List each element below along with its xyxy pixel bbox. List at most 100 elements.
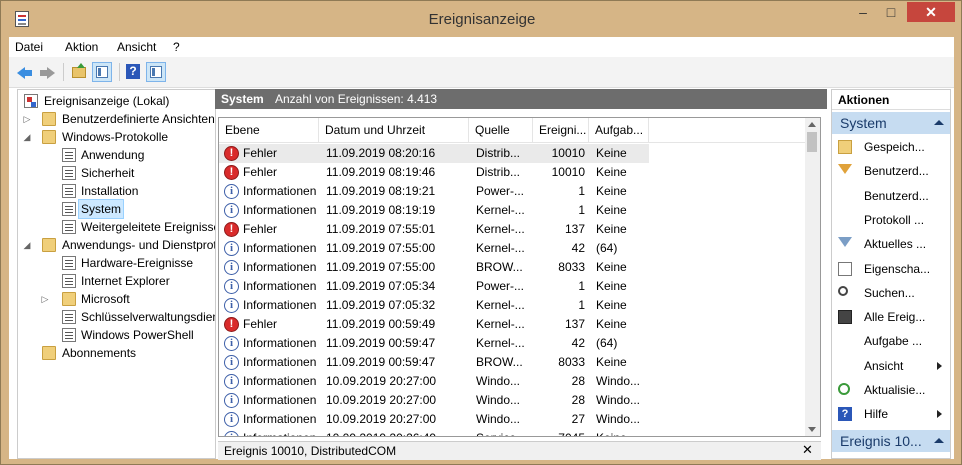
column-header-level[interactable]: Ebene <box>219 118 319 142</box>
cell-source: Kernel-... <box>476 222 525 236</box>
table-row[interactable]: i Informationen 10.09.2019 20:27:00 Windo..… <box>219 372 805 391</box>
cell-date: 11.09.2019 07:55:00 <box>326 260 436 274</box>
scroll-up-arrow-icon[interactable] <box>808 122 816 127</box>
cell-source: Kernel-... <box>476 203 525 217</box>
up-folder-button[interactable] <box>69 62 89 82</box>
actions-group-system[interactable]: System <box>832 112 950 134</box>
close-button[interactable]: ✕ <box>907 2 955 22</box>
table-row[interactable]: i Informationen 11.09.2019 08:19:19 Kernel-… <box>219 201 805 220</box>
cell-task: Keine <box>596 429 648 436</box>
log-icon <box>62 184 76 198</box>
action-item[interactable]: Aktualisie... <box>832 379 950 401</box>
cell-task: Keine <box>596 222 627 236</box>
column-header-task[interactable]: Aufgab... <box>589 118 649 142</box>
menu-datei[interactable]: Datei <box>15 40 43 54</box>
cell-event-id: 42 <box>571 336 585 350</box>
table-row[interactable]: i Informationen 10.09.2019 20:27:00 Windo..… <box>219 410 805 429</box>
action-item[interactable]: Aufgabe ... <box>832 330 950 352</box>
action-label: Hilfe <box>864 407 889 422</box>
action-item[interactable]: Gespeich... <box>832 136 950 158</box>
help-button[interactable]: ? <box>123 62 143 82</box>
action-item[interactable]: Suchen... <box>832 282 950 304</box>
column-header-event-id[interactable]: Ereigni... <box>533 118 589 142</box>
cell-source: BROW... <box>476 260 523 274</box>
table-row[interactable]: i Informationen 11.09.2019 07:55:00 Kernel-… <box>219 239 805 258</box>
info-icon: i <box>224 203 239 218</box>
cell-source: BROW... <box>476 355 523 369</box>
column-header-date[interactable]: Datum und Uhrzeit <box>319 118 469 142</box>
table-row[interactable]: ! Fehler 11.09.2019 07:55:01 Kernel-... 137 K… <box>219 220 805 239</box>
table-row[interactable]: i Informationen 10.09.2019 20:26:49 Service… <box>219 429 805 436</box>
action-pane-icon <box>150 66 162 78</box>
action-item[interactable]: Alle Ereig... <box>832 306 950 328</box>
title-bar[interactable]: Ereignisanzeige – □ ✕ <box>1 1 962 37</box>
properties-icon <box>838 261 852 276</box>
table-row[interactable]: i Informationen 11.09.2019 08:19:21 Power-.… <box>219 182 805 201</box>
action-item[interactable]: Benutzerd... <box>832 185 950 207</box>
cell-level: Informationen <box>243 184 317 198</box>
collapse-chevron-icon[interactable]: ◢ <box>22 128 32 146</box>
table-row[interactable]: ! Fehler 11.09.2019 00:59:49 Kernel-... 137 K… <box>219 315 805 334</box>
console-tree[interactable]: Ereignisanzeige (Lokal) ▷ Benutzerdefini… <box>17 89 216 459</box>
table-row[interactable]: ! Fehler 11.09.2019 08:20:16 Distrib... 1001… <box>219 144 649 163</box>
action-item[interactable]: Eigenscha... <box>832 258 950 280</box>
scroll-down-arrow-icon[interactable] <box>808 427 816 432</box>
action-item[interactable]: Benutzerd... <box>832 160 950 182</box>
action-item[interactable]: ? Hilfe <box>832 403 950 425</box>
expand-chevron-icon[interactable]: ▷ <box>22 110 32 128</box>
cell-event-id: 137 <box>564 317 585 331</box>
cell-task: (64) <box>596 336 618 350</box>
cell-date: 11.09.2019 08:19:19 <box>326 203 436 217</box>
help-icon: ? <box>126 64 140 79</box>
cell-level: Fehler <box>243 317 278 331</box>
info-icon: i <box>224 260 239 275</box>
open-log-icon <box>838 140 852 154</box>
cell-task: Keine <box>596 355 627 369</box>
action-item[interactable]: Aktuelles ... <box>832 233 950 255</box>
show-hide-action-pane-button[interactable] <box>146 62 166 82</box>
menu-aktion[interactable]: Aktion <box>65 40 98 54</box>
table-row[interactable]: i Informationen 11.09.2019 07:55:00 BROW...… <box>219 258 805 277</box>
action-label: Benutzerd... <box>864 164 929 179</box>
log-icon <box>62 274 76 288</box>
menu-ansicht[interactable]: Ansicht <box>117 40 156 54</box>
cell-event-id: 28 <box>571 374 585 388</box>
folder-icon <box>62 292 76 306</box>
table-row[interactable]: i Informationen 11.09.2019 00:59:47 Kernel-… <box>219 334 805 353</box>
action-label: Benutzerd... <box>864 188 929 203</box>
actions-group-event[interactable]: Ereignis 10... <box>832 430 950 452</box>
show-hide-tree-button[interactable] <box>92 62 112 82</box>
log-icon <box>62 148 76 162</box>
maximize-button[interactable]: □ <box>877 2 905 22</box>
back-button[interactable] <box>15 62 35 82</box>
table-row[interactable]: i Informationen 11.09.2019 00:59:47 BROW...… <box>219 353 805 372</box>
expand-chevron-icon[interactable]: ▷ <box>40 290 50 308</box>
table-row[interactable]: i Informationen 11.09.2019 07:05:34 Power-.… <box>219 277 805 296</box>
event-list[interactable]: Ebene Datum und Uhrzeit Quelle Ereigni..… <box>218 117 821 437</box>
cell-date: 10.09.2019 20:26:49 <box>326 429 466 436</box>
table-row[interactable]: ! Fehler 11.09.2019 08:19:46 Distrib... 1001… <box>219 163 805 182</box>
cell-level: Fehler <box>243 165 278 179</box>
column-header-source[interactable]: Quelle <box>469 118 533 142</box>
minimize-button[interactable]: – <box>849 2 877 22</box>
log-icon <box>62 202 76 216</box>
table-row[interactable]: i Informationen 11.09.2019 07:05:32 Kernel-… <box>219 296 805 315</box>
error-icon: ! <box>224 146 239 161</box>
menu-help[interactable]: ? <box>173 40 180 54</box>
vertical-scrollbar[interactable] <box>805 118 820 436</box>
action-label: Aktualisie... <box>864 383 926 397</box>
cell-task: Keine <box>596 260 627 274</box>
action-item[interactable]: Ansicht <box>832 355 950 377</box>
actions-group-label: Ereignis 10... <box>840 433 922 449</box>
help-icon: ? <box>838 407 852 422</box>
cell-source: Distrib... <box>476 146 521 160</box>
action-item[interactable]: Protokoll ... <box>832 209 950 231</box>
table-row[interactable]: i Informationen 10.09.2019 20:27:00 Windo..… <box>219 391 805 410</box>
action-label: Gespeich... <box>864 140 925 154</box>
scroll-thumb[interactable] <box>807 132 817 152</box>
forward-arrow-icon <box>40 67 55 79</box>
detail-close-icon[interactable]: ✕ <box>802 442 813 458</box>
info-icon: i <box>224 184 239 199</box>
collapse-chevron-icon[interactable]: ◢ <box>22 236 32 254</box>
forward-button[interactable] <box>37 62 57 82</box>
